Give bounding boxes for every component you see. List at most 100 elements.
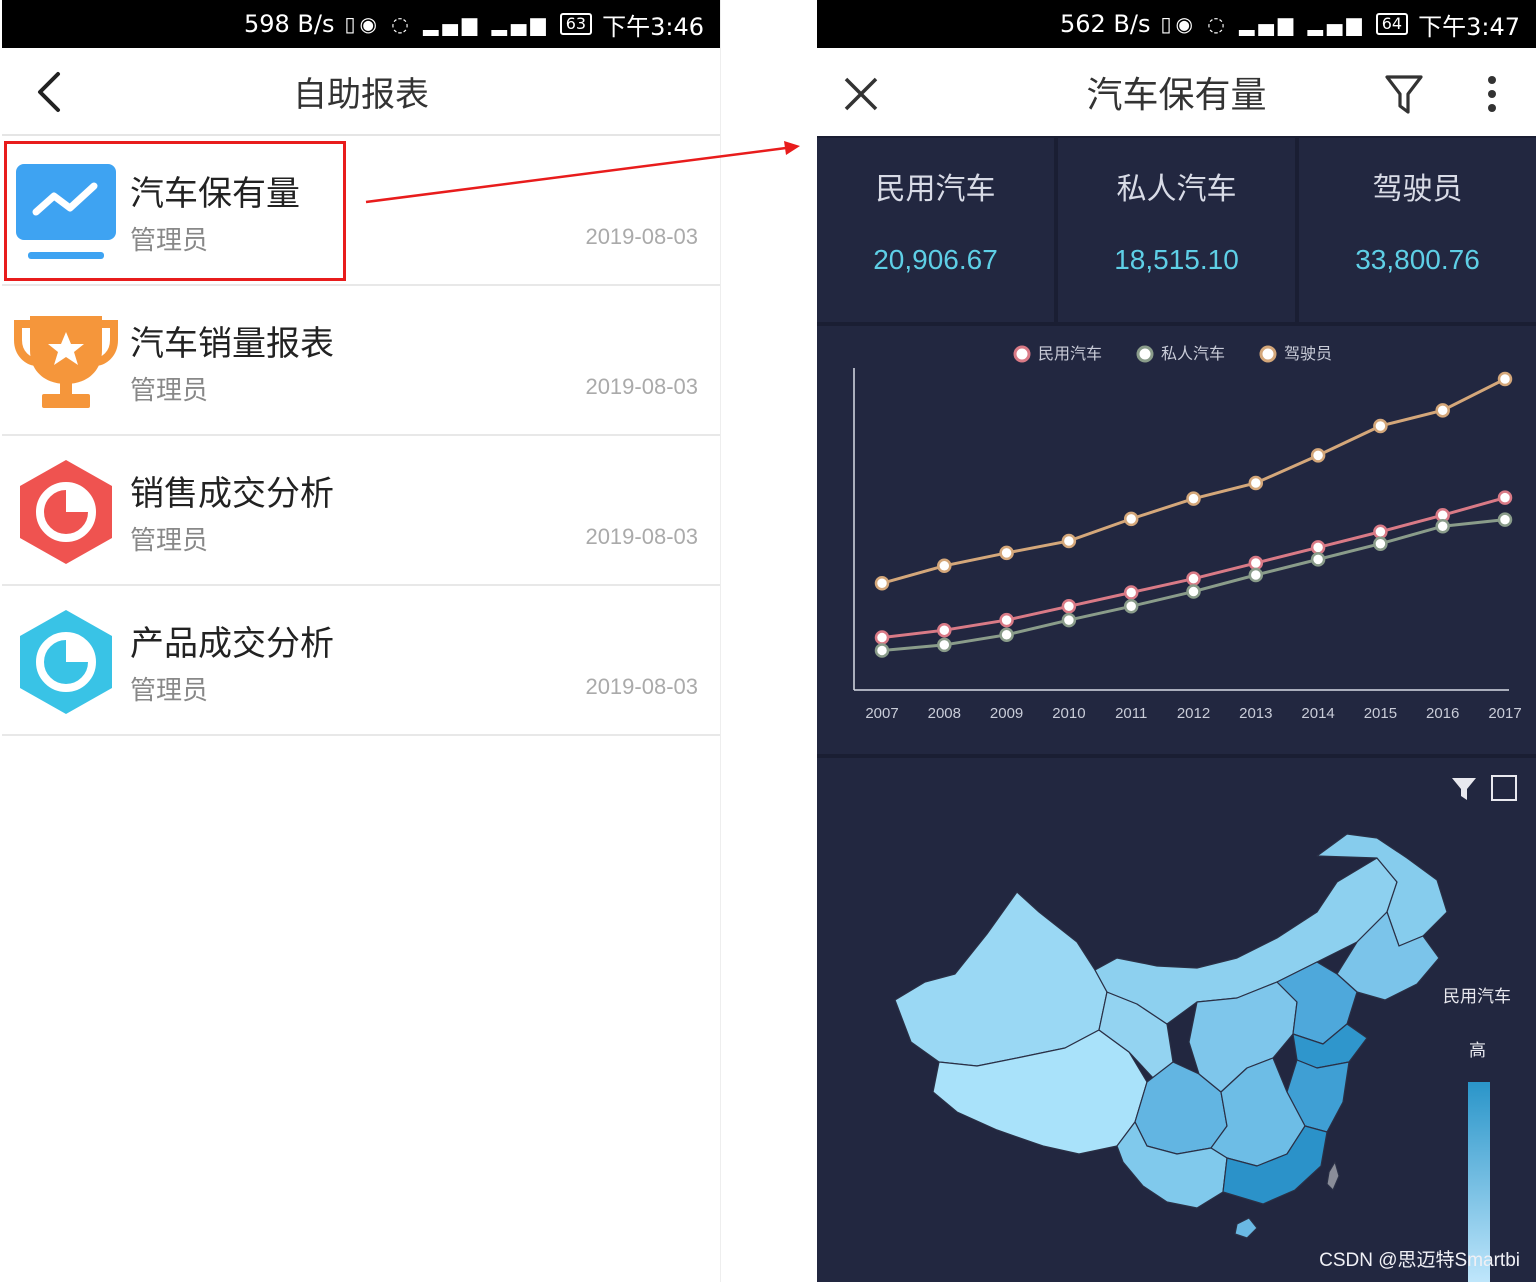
x-tick-label: 2016: [1426, 705, 1459, 722]
data-point: [874, 576, 890, 591]
data-point: [1497, 512, 1513, 527]
chevron-left-icon[interactable]: [30, 70, 70, 114]
status-bar: 598 B/s ▯◉ ◌ ▂▄▆ ▂▄▆ 63 下午3:46: [2, 0, 720, 48]
kpi-row: 民用汽车 20,906.67 私人汽车 18,515.10 驾驶员 33,800…: [817, 136, 1536, 326]
status-bar: 562 B/s ▯◉ ◌ ▂▄▆ ▂▄▆ 64 下午3:47: [817, 0, 1536, 48]
status-time: 下午3:47: [1418, 12, 1520, 41]
report-name: 产品成交分析: [130, 624, 334, 664]
line-chart-panel: 2007 2008 2009 2010 2011 2012 2013 2014 2015 2016…: [817, 328, 1536, 758]
map-region-hainan: [1234, 1217, 1258, 1239]
report-owner: 管理员: [130, 226, 209, 256]
report-name: 销售成交分析: [130, 474, 334, 514]
report-list-screen: 598 B/s ▯◉ ◌ ▂▄▆ ▂▄▆ 63 下午3:46 自助报表 汽车保有…: [2, 0, 721, 1282]
kpi-card: 私人汽车 18,515.10: [1058, 138, 1299, 322]
x-tick-label: 2013: [1239, 705, 1272, 722]
page-title: 自助报表: [293, 74, 429, 115]
filter-icon[interactable]: [1384, 72, 1424, 116]
network-speed: 562 B/s: [1059, 10, 1151, 38]
report-owner: 管理员: [130, 376, 209, 406]
x-tick-label: 2010: [1052, 705, 1085, 722]
trend-monitor-icon: [16, 164, 116, 259]
data-point: [1186, 584, 1201, 599]
data-point: [1248, 555, 1264, 571]
data-point: [937, 558, 952, 574]
screenshot-composite: 598 B/s ▯◉ ◌ ▂▄▆ ▂▄▆ 63 下午3:46 自助报表 汽车保有…: [0, 0, 1538, 1282]
data-point: [1373, 524, 1388, 540]
kpi-card: 驾驶员 33,800.76: [1299, 138, 1536, 322]
data-point: [1123, 511, 1139, 527]
list-item[interactable]: 汽车销量报表 管理员 2019-08-03: [2, 286, 720, 436]
map-panel: 民用汽车 高 CSDN @思迈特Smartbi: [817, 762, 1536, 1282]
more-vertical-icon[interactable]: [1480, 74, 1504, 114]
data-point: [1310, 540, 1326, 555]
x-tick-label: 2007: [865, 705, 898, 722]
kpi-label: 驾驶员: [1372, 172, 1463, 207]
legend-label: 民用汽车: [1038, 344, 1102, 363]
data-point: [1186, 491, 1201, 506]
data-point: [1310, 448, 1326, 463]
legend-label: 私人汽车: [1161, 344, 1225, 363]
data-point: [1373, 536, 1388, 551]
data-point: [1497, 490, 1513, 505]
data-point: [999, 627, 1014, 643]
data-point: [1123, 585, 1139, 600]
list-item[interactable]: 产品成交分析 管理员 2019-08-03: [2, 586, 720, 736]
status-time: 下午3:46: [602, 12, 704, 41]
report-name: 汽车销量报表: [130, 324, 334, 364]
data-point: [1435, 518, 1450, 534]
trophy-icon: [14, 316, 118, 408]
nav-bar: 自助报表: [2, 48, 720, 136]
legend-marker: [1013, 345, 1031, 363]
kpi-label: 私人汽车: [1116, 172, 1237, 207]
watermark: CSDN @思迈特Smartbi: [1319, 1250, 1520, 1271]
data-point: [1061, 533, 1077, 549]
data-point: [1186, 571, 1201, 586]
report-name: 汽车保有量: [130, 174, 300, 214]
battery-icon: 64: [1375, 13, 1409, 35]
x-tick-label: 2009: [990, 705, 1023, 722]
list-item[interactable]: 销售成交分析 管理员 2019-08-03: [2, 436, 720, 586]
data-point: [999, 612, 1014, 628]
data-point: [1123, 599, 1139, 614]
series-line: [881, 377, 1506, 585]
line-chart[interactable]: 2007 2008 2009 2010 2011 2012 2013 2014 2015 2016…: [817, 328, 1536, 758]
close-icon[interactable]: [843, 76, 879, 112]
nav-bar: 汽车保有量: [817, 48, 1536, 136]
legend-marker: [1259, 345, 1277, 363]
list-item[interactable]: 汽车保有量 管理员 2019-08-03: [2, 136, 720, 286]
x-tick-label: 2017: [1488, 705, 1521, 722]
battery-icon: 63: [559, 13, 593, 35]
data-point: [1497, 371, 1513, 387]
data-point: [1310, 552, 1326, 567]
report-date: 2019-08-03: [585, 674, 698, 699]
page-title: 汽车保有量: [1086, 75, 1267, 116]
map-legend-title: 民用汽车: [1443, 987, 1511, 1007]
series-line: [881, 496, 1506, 640]
data-point: [999, 545, 1014, 561]
network-speed: 598 B/s: [243, 10, 335, 38]
x-tick-label: 2014: [1301, 705, 1334, 722]
data-point: [1061, 599, 1077, 614]
kpi-value: 18,515.10: [1114, 244, 1239, 275]
data-point: [937, 637, 952, 653]
x-tick-label: 2015: [1364, 705, 1397, 722]
data-point: [1248, 567, 1264, 583]
data-point: [1435, 403, 1450, 418]
map-region-xinjiang: [894, 891, 1108, 1067]
data-point: [1061, 612, 1077, 628]
data-point: [874, 643, 890, 658]
status-icons: ▯◉ ◌ ▂▄▆ ▂▄▆: [1160, 12, 1366, 36]
data-point: [1373, 418, 1388, 434]
x-tick-label: 2011: [1115, 705, 1147, 722]
kpi-card: 民用汽车 20,906.67: [817, 138, 1058, 322]
report-owner: 管理员: [130, 526, 209, 556]
map-region-taiwan: [1326, 1161, 1340, 1191]
map-legend-high: 高: [1469, 1041, 1486, 1061]
legend-marker: [1136, 345, 1154, 363]
kpi-value: 20,906.67: [873, 244, 998, 275]
china-map[interactable]: 民用汽车 高: [817, 762, 1536, 1282]
report-owner: 管理员: [130, 676, 209, 706]
kpi-value: 33,800.76: [1355, 244, 1480, 275]
data-point: [1248, 475, 1264, 491]
pie-hexagon-icon: [20, 460, 112, 564]
